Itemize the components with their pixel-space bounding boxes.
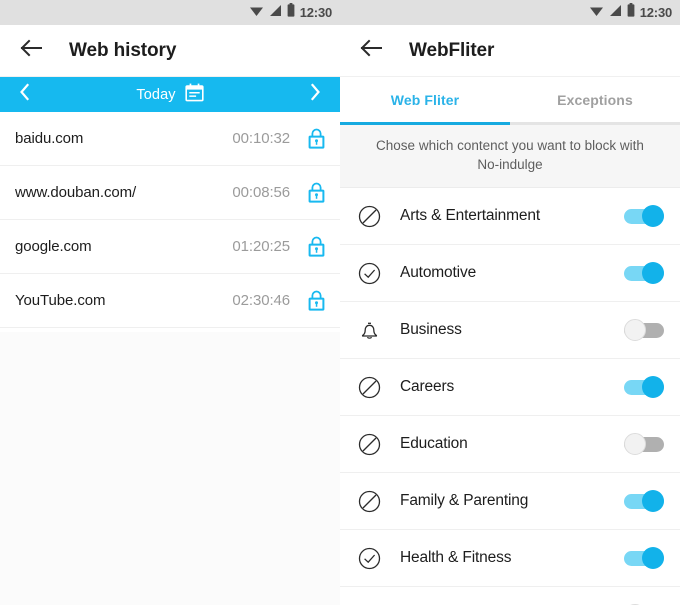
status-bar-clock: 12:30 bbox=[639, 5, 672, 20]
wifi-icon bbox=[589, 4, 604, 22]
lock-icon[interactable] bbox=[307, 128, 326, 150]
table-row[interactable]: baidu.com 00:10:32 bbox=[0, 112, 340, 166]
web-history-list: baidu.com 00:10:32 www.douban.com/ 00:08… bbox=[0, 112, 340, 328]
list-item[interactable]: Education bbox=[340, 416, 680, 474]
toggle-thumb bbox=[642, 262, 664, 285]
table-row[interactable]: YouTube.com 02:30:46 bbox=[0, 274, 340, 328]
date-navigation-bar: Today bbox=[0, 77, 340, 112]
lock-icon[interactable] bbox=[307, 236, 326, 258]
back-button-left[interactable] bbox=[14, 34, 48, 68]
toggle-thumb bbox=[642, 205, 664, 228]
list-item[interactable]: Automotive bbox=[340, 245, 680, 303]
back-button-right[interactable] bbox=[354, 34, 388, 68]
page-title-right: WebFliter bbox=[409, 39, 495, 61]
tab-web-filter[interactable]: Web Fliter bbox=[340, 77, 510, 122]
empty-list-area bbox=[0, 332, 340, 605]
category-toggle[interactable] bbox=[624, 490, 664, 513]
category-label: Careers bbox=[400, 378, 455, 396]
list-item[interactable]: Food & Drink bbox=[340, 587, 680, 605]
block-circle-icon bbox=[357, 375, 381, 399]
current-date-display[interactable]: Today bbox=[136, 83, 204, 107]
app-bar-right: WebFliter bbox=[340, 25, 680, 77]
web-history-screen: 12:30 Web history Today baidu.com 00:10:… bbox=[0, 0, 340, 605]
site-duration: 01:20:25 bbox=[232, 238, 290, 255]
chevron-right-icon bbox=[310, 83, 321, 106]
status-bar-clock: 12:30 bbox=[299, 5, 332, 20]
category-label: Family & Parenting bbox=[400, 492, 529, 510]
table-row[interactable]: www.douban.com/ 00:08:56 bbox=[0, 166, 340, 220]
calendar-icon bbox=[184, 83, 204, 107]
tab-active-indicator bbox=[340, 122, 510, 125]
site-name: www.douban.com/ bbox=[15, 184, 137, 201]
signal-icon bbox=[609, 4, 622, 22]
filter-description: Chose which contenct you want to block w… bbox=[340, 125, 680, 189]
toggle-thumb bbox=[642, 376, 664, 399]
next-day-button[interactable] bbox=[305, 83, 327, 106]
dual-screen-container: 12:30 Web history Today baidu.com 00:10:… bbox=[0, 0, 680, 605]
chevron-left-icon bbox=[19, 83, 30, 106]
list-item[interactable]: Careers bbox=[340, 359, 680, 417]
status-bar-right: 12:30 bbox=[340, 0, 680, 25]
tab-inactive-track bbox=[510, 122, 680, 125]
tab-exceptions[interactable]: Exceptions bbox=[510, 77, 680, 122]
lock-icon[interactable] bbox=[307, 290, 326, 312]
category-toggle[interactable] bbox=[624, 262, 664, 285]
toggle-thumb bbox=[642, 490, 664, 513]
previous-day-button[interactable] bbox=[13, 83, 35, 106]
category-toggle[interactable] bbox=[624, 433, 664, 456]
list-item[interactable]: Health & Fitness bbox=[340, 530, 680, 588]
site-duration: 00:10:32 bbox=[232, 130, 290, 147]
list-item[interactable]: Arts & Entertainment bbox=[340, 188, 680, 246]
date-label: Today bbox=[136, 86, 176, 103]
page-title-left: Web history bbox=[69, 39, 177, 61]
status-bar-left: 12:30 bbox=[0, 0, 340, 25]
lock-icon[interactable] bbox=[307, 182, 326, 204]
block-circle-icon bbox=[357, 432, 381, 456]
list-item[interactable]: Family & Parenting bbox=[340, 473, 680, 531]
category-toggle[interactable] bbox=[624, 319, 664, 342]
table-row[interactable]: google.com 01:20:25 bbox=[0, 220, 340, 274]
category-label: Arts & Entertainment bbox=[400, 207, 541, 225]
category-label: Automotive bbox=[400, 264, 477, 282]
site-name: YouTube.com bbox=[15, 292, 106, 309]
site-name: baidu.com bbox=[15, 130, 84, 147]
check-circle-icon bbox=[357, 261, 381, 285]
block-circle-icon bbox=[357, 204, 381, 228]
app-bar-left: Web history bbox=[0, 25, 340, 77]
back-arrow-icon bbox=[20, 39, 42, 62]
signal-icon bbox=[269, 4, 282, 22]
category-list: Arts & Entertainment Automotive Business… bbox=[340, 188, 680, 605]
wifi-icon bbox=[249, 4, 264, 22]
category-label: Education bbox=[400, 435, 468, 453]
tab-bar: Web Fliter Exceptions bbox=[340, 77, 680, 122]
back-arrow-icon bbox=[360, 39, 382, 62]
battery-icon bbox=[287, 3, 295, 22]
category-label: Business bbox=[400, 321, 462, 339]
battery-icon bbox=[627, 3, 635, 22]
block-circle-icon bbox=[357, 489, 381, 513]
web-filter-screen: 12:30 WebFliter Web Fliter Exceptions Ch… bbox=[340, 0, 680, 605]
tab-indicator bbox=[340, 122, 680, 125]
category-toggle[interactable] bbox=[624, 547, 664, 570]
toggle-thumb bbox=[642, 547, 664, 570]
bell-icon bbox=[357, 318, 381, 342]
check-circle-icon bbox=[357, 546, 381, 570]
category-toggle[interactable] bbox=[624, 376, 664, 399]
category-toggle[interactable] bbox=[624, 205, 664, 228]
site-name: google.com bbox=[15, 238, 92, 255]
site-duration: 02:30:46 bbox=[232, 292, 290, 309]
list-item[interactable]: Business bbox=[340, 302, 680, 360]
site-duration: 00:08:56 bbox=[232, 184, 290, 201]
category-label: Health & Fitness bbox=[400, 549, 512, 567]
